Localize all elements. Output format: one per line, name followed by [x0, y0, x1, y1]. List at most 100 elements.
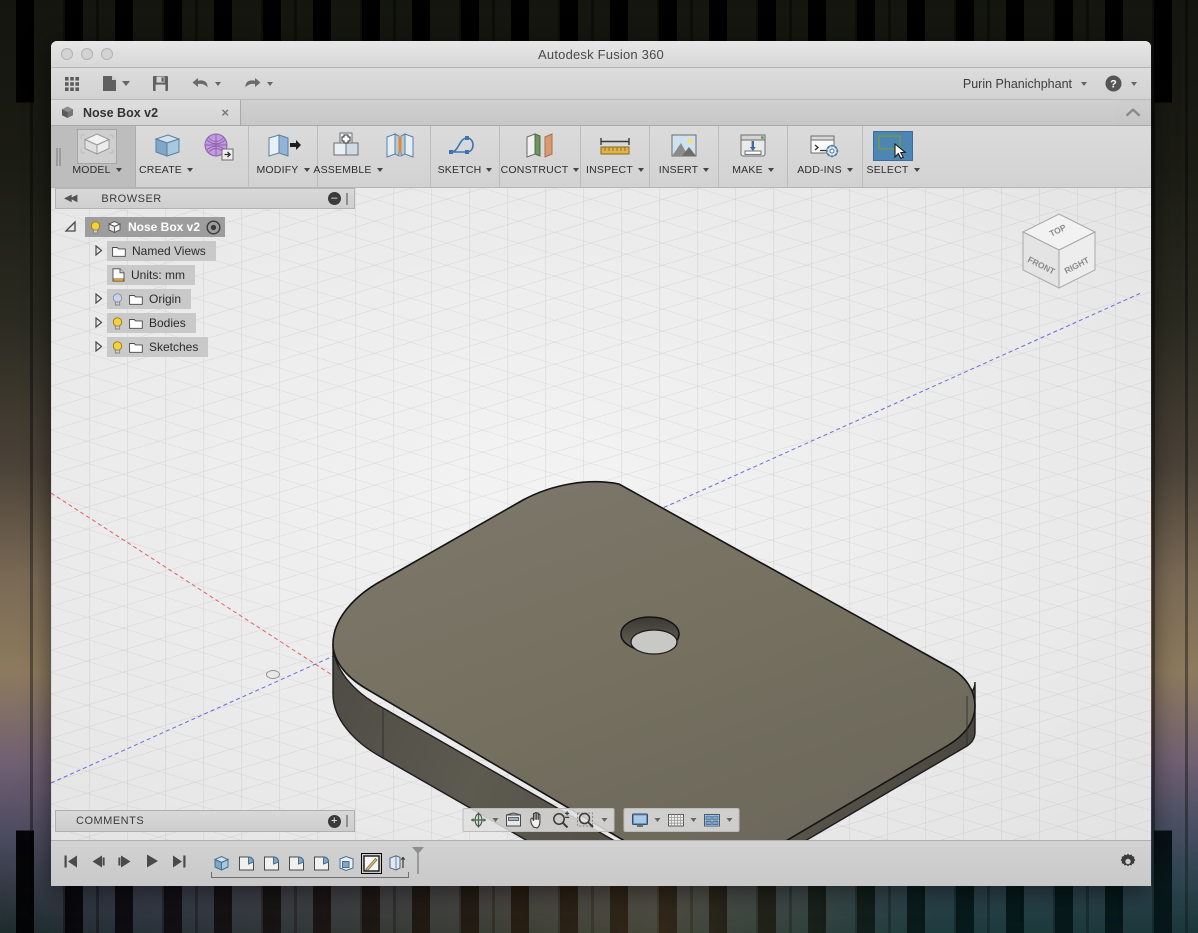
tree-item-nose-box-v2[interactable]: Nose Box v2 [85, 217, 226, 237]
new-file-caret-icon[interactable] [122, 81, 130, 86]
new-file-button[interactable] [97, 72, 135, 96]
lightbulb-off-icon[interactable] [112, 292, 123, 306]
tree-row-origin[interactable]: Origin [55, 289, 355, 309]
lightbulb-on-icon[interactable] [90, 220, 101, 234]
fit-caret-icon[interactable] [601, 818, 608, 822]
lightbulb-on-icon[interactable] [112, 340, 123, 354]
twisty-expanded-icon[interactable] [55, 219, 85, 235]
orbit-caret-icon[interactable] [492, 818, 499, 822]
comments-title: COMMENTS [76, 815, 145, 827]
create-form-button[interactable] [192, 126, 244, 187]
new-component-icon [330, 131, 366, 161]
assemble-button[interactable]: ASSEMBLE [313, 126, 383, 187]
timeline-track[interactable] [211, 871, 409, 878]
inspect-caret-icon[interactable] [637, 168, 644, 172]
pan-button[interactable] [527, 810, 548, 830]
inspect-button[interactable]: INSPECT [585, 126, 645, 187]
zoom-button[interactable] [550, 810, 573, 830]
tree-item-sketches[interactable]: Sketches [107, 337, 209, 357]
app-grid-button[interactable] [59, 72, 85, 96]
construct-caret-icon[interactable] [573, 168, 580, 172]
select-button[interactable]: SELECT [866, 126, 920, 187]
make-button[interactable]: MAKE [723, 126, 783, 187]
sketch-button[interactable]: SKETCH [435, 126, 495, 187]
grid-snaps-caret-icon[interactable] [690, 818, 697, 822]
addins-button[interactable]: ADD-INS [792, 126, 858, 187]
box-icon [149, 131, 183, 161]
model-caret-icon[interactable] [115, 168, 122, 172]
make-label: MAKE [732, 164, 774, 176]
tree-item-bodies[interactable]: Bodies [107, 313, 196, 333]
document-tab-close-icon[interactable]: × [219, 105, 231, 120]
save-button[interactable] [147, 72, 174, 96]
display-settings-caret-icon[interactable] [654, 818, 661, 822]
twisty-collapsed-icon[interactable] [89, 340, 107, 354]
view-cube[interactable]: TOP FRONT RIGHT [1013, 206, 1105, 298]
model-body-nose-box[interactable] [327, 466, 977, 840]
twisty-collapsed-icon[interactable] [89, 244, 107, 258]
origin-point-marker[interactable] [266, 670, 280, 679]
grid-snaps-button[interactable] [665, 810, 699, 830]
viewports-button[interactable] [701, 810, 735, 830]
modify-caret-icon[interactable] [303, 168, 310, 172]
plus-circle-icon[interactable]: + [328, 814, 341, 828]
undo-caret-icon[interactable] [215, 81, 221, 86]
twisty-collapsed-icon[interactable] [89, 292, 107, 306]
go-to-beginning-button[interactable] [63, 854, 79, 874]
step-back-button[interactable] [90, 854, 106, 874]
look-at-button[interactable] [503, 810, 525, 830]
tree-row-named-views[interactable]: Named Views [55, 241, 355, 261]
play-button[interactable] [144, 853, 160, 874]
folder-icon [112, 247, 126, 257]
undo-button[interactable] [186, 72, 226, 96]
redo-button[interactable] [238, 72, 278, 96]
tree-row-root[interactable]: Nose Box v2 [55, 217, 355, 237]
account-area[interactable]: Purin Phanichphant ? [963, 75, 1143, 92]
timeline-end-marker[interactable] [411, 846, 425, 881]
tree-item-named-views[interactable]: Named Views [107, 241, 216, 261]
step-forward-button[interactable] [117, 854, 133, 874]
settings-button[interactable] [1119, 852, 1137, 875]
sketch-caret-icon[interactable] [486, 168, 493, 172]
double-left-arrow-icon[interactable]: ◀◀ [64, 193, 77, 204]
insert-button[interactable]: INSERT [654, 126, 714, 187]
tree-item-units[interactable]: Units: mm [107, 265, 195, 285]
comments-bar[interactable]: COMMENTS + [55, 810, 355, 832]
help-icon[interactable]: ? [1105, 75, 1122, 92]
fillet-icon [289, 856, 305, 871]
tree-row-sketches[interactable]: Sketches [55, 337, 355, 357]
make-caret-icon[interactable] [767, 168, 774, 172]
ribbon-grip[interactable] [51, 126, 63, 187]
chevron-up-icon [1126, 108, 1140, 117]
account-caret-icon[interactable] [1081, 81, 1087, 86]
go-to-end-button[interactable] [171, 854, 187, 874]
activate-circle-icon[interactable] [206, 219, 221, 235]
shell-icon [339, 855, 354, 872]
fit-button[interactable] [575, 810, 610, 830]
tree-item-origin[interactable]: Origin [107, 289, 192, 309]
addins-caret-icon[interactable] [846, 168, 853, 172]
tree-row-bodies[interactable]: Bodies [55, 313, 355, 333]
lightbulb-on-icon[interactable] [112, 316, 123, 330]
ribbon-collapse-button[interactable] [1115, 100, 1151, 125]
twisty-collapsed-icon[interactable] [89, 316, 107, 330]
construct-button[interactable]: CONSTRUCT [501, 126, 580, 187]
viewports-caret-icon[interactable] [726, 818, 733, 822]
help-caret-icon[interactable] [1131, 81, 1137, 86]
workspace-model-button[interactable]: MODEL [63, 126, 131, 187]
comments-resize-grip[interactable] [346, 815, 348, 827]
redo-icon [245, 78, 261, 88]
browser-resize-grip[interactable] [346, 192, 348, 205]
display-settings-button[interactable] [629, 810, 663, 830]
hand-pan-icon [530, 811, 541, 829]
modify-button[interactable]: MODIFY [253, 126, 313, 187]
document-tab-nose-box-v2[interactable]: Nose Box v2 × [51, 100, 241, 125]
tree-row-units[interactable]: Units: mm [55, 265, 355, 285]
minus-circle-icon[interactable]: – [328, 192, 341, 205]
create-button[interactable]: CREATE [139, 126, 194, 187]
orbit-button[interactable] [468, 810, 501, 830]
redo-caret-icon[interactable] [267, 81, 273, 86]
insert-caret-icon[interactable] [703, 168, 710, 172]
joint-button[interactable] [374, 126, 426, 187]
select-caret-icon[interactable] [913, 168, 920, 172]
